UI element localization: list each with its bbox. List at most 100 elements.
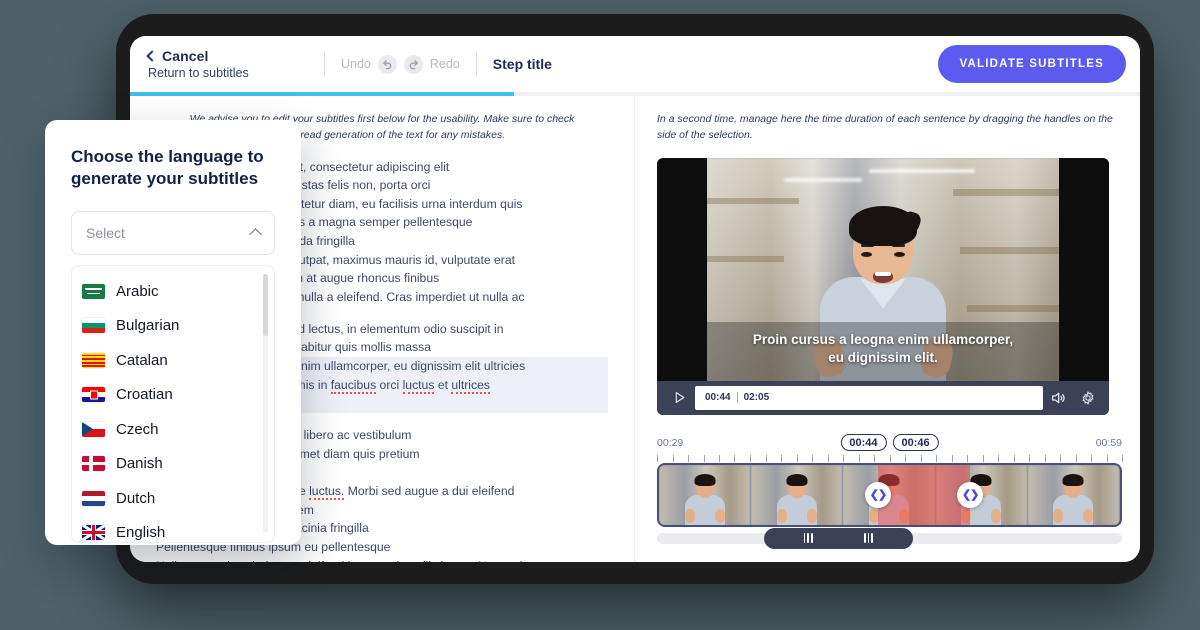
chevron-up-icon bbox=[249, 229, 262, 242]
language-option-czech[interactable]: Czech bbox=[82, 412, 268, 447]
timeline-tick bbox=[719, 455, 720, 462]
video-player[interactable]: Proin cursus a leogna enim ullamcorper, … bbox=[657, 158, 1109, 415]
language-option-label: Bulgarian bbox=[116, 317, 179, 334]
language-option-catalan[interactable]: Catalan bbox=[82, 343, 268, 378]
play-icon[interactable] bbox=[663, 391, 695, 404]
timeline-tick bbox=[1029, 455, 1030, 462]
selection-start-pill[interactable]: 00:44 bbox=[840, 434, 886, 451]
validate-subtitles-button[interactable]: VALIDATE SUBTITLES bbox=[938, 45, 1126, 83]
timeline-scrollbar[interactable] bbox=[657, 533, 1122, 544]
language-option-label: Arabic bbox=[116, 283, 159, 300]
timeline-tick bbox=[688, 455, 689, 462]
time-divider bbox=[737, 392, 738, 403]
divider bbox=[324, 51, 325, 77]
language-option-danish[interactable]: Danish bbox=[82, 446, 268, 481]
redo-icon[interactable] bbox=[404, 55, 423, 74]
language-option-arabic[interactable]: Arabic bbox=[82, 274, 268, 309]
language-option-english[interactable]: English bbox=[82, 515, 268, 543]
selection-handle-left[interactable]: ❮❯ bbox=[865, 482, 891, 508]
timeline-times: 00:29 00:44 00:46 00:59 bbox=[657, 433, 1122, 453]
language-option-label: Danish bbox=[116, 455, 163, 472]
timeline-ticks bbox=[657, 455, 1122, 463]
flag-ct-icon bbox=[82, 353, 105, 368]
selection-time-pills: 00:44 00:46 bbox=[840, 434, 938, 451]
timeline-tick bbox=[812, 455, 813, 462]
screenshot-root: Cancel Return to subtitles Undo bbox=[0, 0, 1200, 630]
timeline-tick bbox=[967, 455, 968, 462]
filmstrip-frame bbox=[659, 465, 751, 525]
flag-sa-icon bbox=[82, 284, 105, 299]
gear-icon[interactable] bbox=[1073, 390, 1103, 406]
timeline-tick bbox=[1091, 455, 1092, 462]
timeline-end-time: 00:59 bbox=[1096, 437, 1122, 449]
language-option-label: Dutch bbox=[116, 490, 155, 507]
timeline-tick bbox=[890, 455, 891, 462]
timeline-tick bbox=[1122, 455, 1123, 462]
flag-nl-icon bbox=[82, 491, 105, 506]
language-option-bulgarian[interactable]: Bulgarian bbox=[82, 308, 268, 343]
timeline-tick bbox=[673, 455, 674, 462]
filmstrip-frame bbox=[751, 465, 843, 525]
timeline-tick bbox=[843, 455, 844, 462]
timeline-tick bbox=[905, 455, 906, 462]
timeline-tick bbox=[734, 455, 735, 462]
undo-icon[interactable] bbox=[378, 55, 397, 74]
timeline-tick bbox=[874, 455, 875, 462]
timeline-tick bbox=[1107, 455, 1108, 462]
modal-title: Choose the language to generate your sub… bbox=[71, 146, 275, 191]
undo-label: Undo bbox=[341, 57, 371, 71]
selection-handle-right[interactable]: ❮❯ bbox=[957, 482, 983, 508]
timeline-tick bbox=[1045, 455, 1046, 462]
current-time: 00:44 bbox=[705, 392, 731, 403]
timeline-scrollbar-thumb[interactable] bbox=[764, 528, 913, 549]
language-option-label: English bbox=[116, 524, 165, 541]
total-time: 02:05 bbox=[744, 392, 770, 403]
timeline-tick bbox=[1060, 455, 1061, 462]
language-option-label: Catalan bbox=[116, 352, 168, 369]
language-option-list[interactable]: Arabic Bulgarian Catalan Croatian Czech Danis… bbox=[71, 265, 275, 543]
timeline-tick bbox=[983, 455, 984, 462]
timeline-tick bbox=[859, 455, 860, 462]
selection-end-pill[interactable]: 00:46 bbox=[893, 434, 939, 451]
divider-2 bbox=[476, 51, 477, 77]
timeline-tick bbox=[1076, 455, 1077, 462]
language-selection-modal: Choose the language to generate your sub… bbox=[45, 120, 301, 545]
filmstrip-frame bbox=[1028, 465, 1120, 525]
timeline-tick bbox=[952, 455, 953, 462]
language-select[interactable]: Select bbox=[71, 211, 275, 255]
timeline-tick bbox=[998, 455, 999, 462]
timeline[interactable]: 00:29 00:44 00:46 00:59 ❮❯ bbox=[657, 433, 1122, 544]
timeline-tick bbox=[828, 455, 829, 462]
flag-bg-icon bbox=[82, 318, 105, 333]
timeline-hint: In a second time, manage here the time d… bbox=[657, 112, 1118, 144]
language-list-scrollbar[interactable] bbox=[263, 274, 268, 532]
timeline-tick bbox=[657, 455, 658, 462]
app-header: Cancel Return to subtitles Undo bbox=[130, 36, 1140, 92]
timeline-filmstrip[interactable]: ❮❯ ❮❯ bbox=[657, 463, 1122, 527]
subtitle-line-1: Proin cursus a leogna enim ullamcorper, bbox=[721, 331, 1045, 349]
editor-line[interactable]: Nulla nec orci scelerisque, eleifend lac… bbox=[156, 557, 608, 562]
volume-icon[interactable] bbox=[1043, 390, 1073, 406]
timeline-tick bbox=[781, 455, 782, 462]
cancel-sublabel: Return to subtitles bbox=[148, 66, 308, 80]
language-list-scrollbar-thumb[interactable] bbox=[263, 274, 268, 336]
video-subtitle-overlay: Proin cursus a leogna enim ullamcorper, … bbox=[707, 322, 1059, 380]
flag-hr-icon bbox=[82, 387, 105, 402]
language-option-croatian[interactable]: Croatian bbox=[82, 377, 268, 412]
flag-gb-icon bbox=[82, 525, 105, 540]
timeline-tick bbox=[704, 455, 705, 462]
chevron-left-icon bbox=[146, 50, 157, 61]
timeline-tick bbox=[766, 455, 767, 462]
timeline-tick bbox=[921, 455, 922, 462]
cancel-label: Cancel bbox=[162, 48, 209, 64]
redo-label: Redo bbox=[430, 57, 460, 71]
seek-bar[interactable]: 00:44 02:05 bbox=[695, 386, 1043, 410]
player-controls: 00:44 02:05 bbox=[657, 381, 1109, 415]
timeline-start-time: 00:29 bbox=[657, 437, 683, 449]
undo-redo-group[interactable]: Undo Redo bbox=[341, 55, 460, 74]
language-option-label: Czech bbox=[116, 421, 159, 438]
cancel-button[interactable]: Cancel Return to subtitles bbox=[148, 48, 308, 80]
language-select-value: Select bbox=[86, 225, 125, 241]
language-option-dutch[interactable]: Dutch bbox=[82, 481, 268, 516]
timeline-tick bbox=[797, 455, 798, 462]
